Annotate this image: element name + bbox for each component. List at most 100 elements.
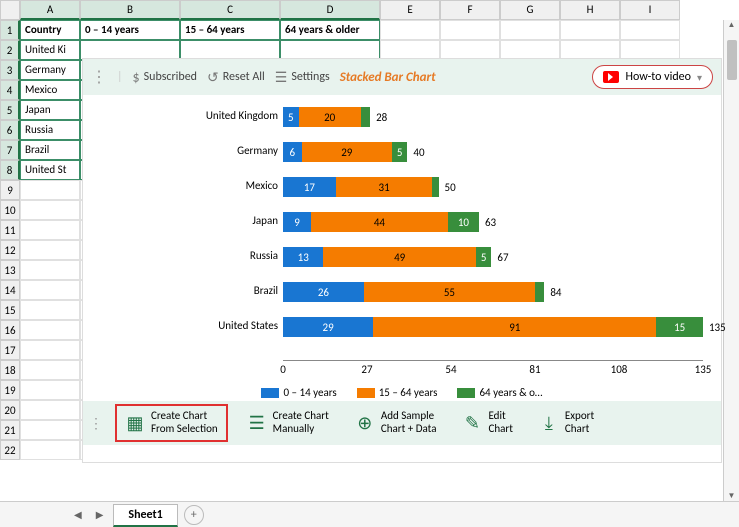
cell[interactable]	[80, 40, 180, 60]
column-header-B[interactable]: B	[80, 0, 180, 20]
column-header-C[interactable]: C	[180, 0, 280, 20]
cell[interactable]: Japan	[20, 100, 80, 120]
column-header-I[interactable]: I	[620, 0, 680, 20]
cell[interactable]	[20, 380, 80, 400]
create-from-selection-button[interactable]: ▦Create ChartFrom Selection	[115, 404, 228, 441]
reset-all-button[interactable]: ↺ Reset All	[207, 69, 265, 86]
cell[interactable]: 64 years & older	[280, 20, 380, 40]
row-header[interactable]: 8	[0, 160, 20, 180]
add-sample-button[interactable]: ⊕Add SampleChart + Data	[348, 407, 444, 438]
cell[interactable]	[20, 300, 80, 320]
vertical-scrollbar[interactable]: ▲ ▼	[723, 20, 739, 501]
row-header[interactable]: 21	[0, 420, 20, 440]
cell[interactable]	[440, 20, 500, 40]
row-header[interactable]: 6	[0, 120, 20, 140]
cell[interactable]	[20, 220, 80, 240]
scroll-down-icon[interactable]: ▼	[728, 491, 736, 501]
sheet-prev-icon[interactable]: ◀	[70, 508, 86, 521]
cell[interactable]	[20, 240, 80, 260]
settings-button[interactable]: ☰ Settings	[275, 69, 330, 86]
cell[interactable]	[620, 40, 680, 60]
column-header-F[interactable]: F	[440, 0, 500, 20]
row-header[interactable]: 12	[0, 240, 20, 260]
row-header[interactable]: 13	[0, 260, 20, 280]
row-header[interactable]: 17	[0, 340, 20, 360]
row-header[interactable]: 3	[0, 60, 20, 80]
cell[interactable]: United St	[20, 160, 80, 180]
row-header[interactable]: 2	[0, 40, 20, 60]
row-header[interactable]: 15	[0, 300, 20, 320]
cell[interactable]	[20, 440, 80, 460]
row-header[interactable]: 20	[0, 400, 20, 420]
cell[interactable]: Mexico	[20, 80, 80, 100]
cell[interactable]	[20, 260, 80, 280]
cell[interactable]: Country	[20, 20, 80, 40]
scroll-up-icon[interactable]: ▲	[728, 20, 736, 30]
row-header[interactable]: 1	[0, 20, 20, 40]
cell[interactable]: Brazil	[20, 140, 80, 160]
how-to-video-button[interactable]: How-to video ▾	[592, 65, 713, 89]
row-header[interactable]: 11	[0, 220, 20, 240]
bar-total-label: 84	[550, 286, 561, 299]
row-header[interactable]: 19	[0, 380, 20, 400]
column-header-D[interactable]: D	[280, 0, 380, 20]
row-header[interactable]: 5	[0, 100, 20, 120]
create-manually-button[interactable]: ☰Create ChartManually	[240, 407, 336, 438]
cell[interactable]	[180, 40, 280, 60]
row-header[interactable]: 7	[0, 140, 20, 160]
cell[interactable]	[20, 200, 80, 220]
column-header-E[interactable]: E	[380, 0, 440, 20]
scrollbar-thumb[interactable]	[727, 40, 737, 80]
bottom-menu-icon[interactable]: ⋮	[89, 415, 103, 432]
cell[interactable]	[380, 20, 440, 40]
bar-segment: 10	[448, 212, 479, 232]
edit-chart-button[interactable]: ✎EditChart	[455, 407, 519, 438]
row-header[interactable]: 16	[0, 320, 20, 340]
cell[interactable]: Germany	[20, 60, 80, 80]
cell[interactable]	[440, 40, 500, 60]
cell[interactable]	[20, 360, 80, 380]
cell[interactable]	[280, 40, 380, 60]
bar-total-label: 63	[485, 216, 496, 229]
select-all-corner[interactable]	[0, 0, 20, 20]
sheet-tab-sheet1[interactable]: Sheet1	[113, 504, 177, 527]
cell[interactable]	[500, 20, 560, 40]
cell[interactable]: 0 – 14 years	[80, 20, 180, 40]
cell[interactable]	[20, 420, 80, 440]
youtube-icon	[603, 71, 619, 83]
cell[interactable]	[380, 40, 440, 60]
bar-segment: 5	[476, 247, 492, 267]
cell[interactable]: United Ki	[20, 40, 80, 60]
panel-bottom-toolbar: ⋮ ▦Create ChartFrom Selection ☰Create Cha…	[83, 401, 721, 445]
cell[interactable]	[20, 280, 80, 300]
create-from-selection-icon: ▦	[125, 413, 145, 433]
export-chart-button[interactable]: ⤓ExportChart	[532, 407, 601, 438]
cell[interactable]: Russia	[20, 120, 80, 140]
bar-segment: 29	[302, 142, 392, 162]
undo-icon: ↺	[207, 69, 219, 86]
cell[interactable]	[20, 400, 80, 420]
cell[interactable]	[20, 180, 80, 200]
subscribed-button[interactable]: $ Subscribed	[133, 69, 197, 86]
column-header-A[interactable]: A	[20, 0, 80, 20]
sheet-next-icon[interactable]: ▶	[92, 508, 108, 521]
row-header[interactable]: 18	[0, 360, 20, 380]
cell[interactable]: 15 – 64 years	[180, 20, 280, 40]
row-header[interactable]: 10	[0, 200, 20, 220]
cell[interactable]	[620, 20, 680, 40]
cell[interactable]	[20, 320, 80, 340]
settings-label: Settings	[291, 70, 329, 84]
cell[interactable]	[500, 40, 560, 60]
cell[interactable]	[560, 20, 620, 40]
row-header[interactable]: 9	[0, 180, 20, 200]
row-header[interactable]: 14	[0, 280, 20, 300]
column-header-G[interactable]: G	[500, 0, 560, 20]
cell[interactable]	[560, 40, 620, 60]
cell[interactable]	[20, 340, 80, 360]
panel-menu-icon[interactable]: ⋮	[91, 67, 107, 87]
row-header[interactable]: 22	[0, 440, 20, 460]
column-header-H[interactable]: H	[560, 0, 620, 20]
add-sheet-button[interactable]: +	[184, 505, 204, 525]
chart-category-label: Brazil	[178, 284, 278, 297]
row-header[interactable]: 4	[0, 80, 20, 100]
